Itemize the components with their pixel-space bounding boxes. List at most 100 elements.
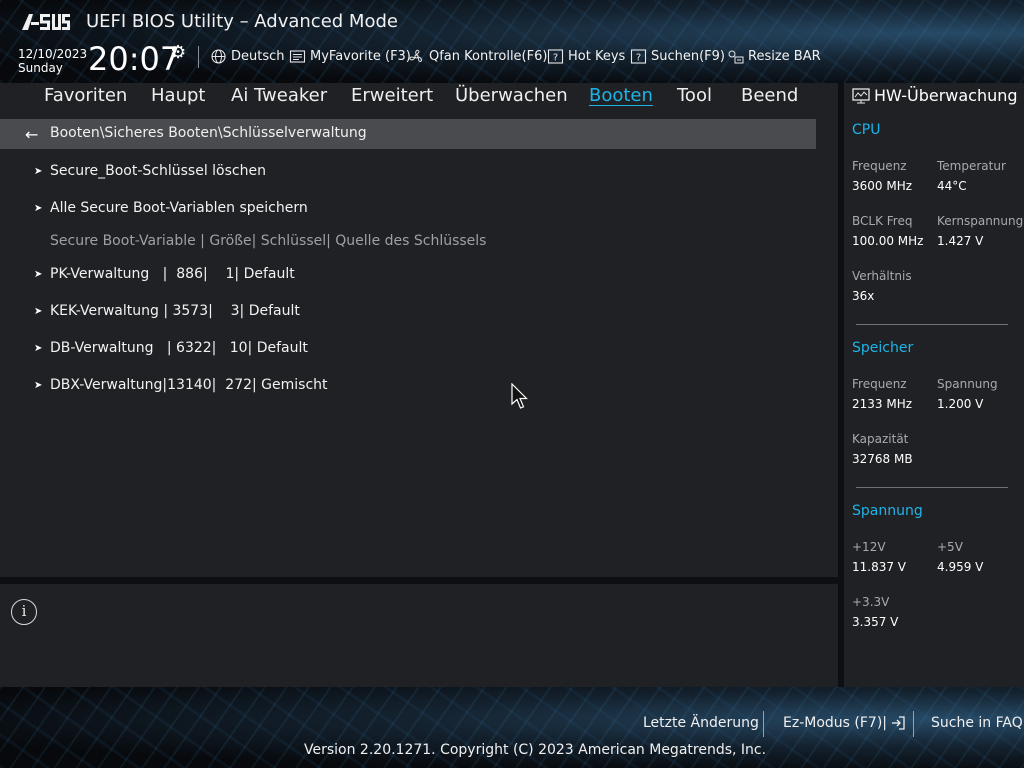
ez-mode-button[interactable]: Ez-Modus (F7)| [783, 715, 905, 731]
ratio-value: 36x [852, 289, 875, 303]
table-row-kek[interactable]: ➤ KEK-Verwaltung | 3573| 3| Default [34, 303, 300, 319]
menu-item-label: Secure_Boot-Schlüssel löschen [50, 163, 266, 179]
gear-icon[interactable]: ⚙ [170, 42, 186, 63]
v12-label: +12V [852, 540, 886, 554]
language-button[interactable]: Deutsch [210, 47, 285, 65]
hw-divider [856, 487, 1008, 488]
resize-bar-icon [728, 50, 744, 63]
tab-ai-tweaker[interactable]: Ai Tweaker [231, 85, 327, 106]
main-content: ← Booten\Sicheres Booten\Schlüsselverwal… [0, 111, 838, 577]
copyright-text: Version 2.20.1271. Copyright (C) 2023 Am… [304, 742, 767, 758]
breadcrumb[interactable]: ← Booten\Sicheres Booten\Schlüsselverwal… [0, 119, 816, 149]
footer-divider [763, 711, 764, 737]
asus-logo [22, 14, 70, 30]
footer-divider [913, 711, 914, 737]
mem-cap-value: 32768 MB [852, 452, 913, 466]
table-row-label: PK-Verwaltung | 886| 1| Default [50, 266, 295, 282]
hotkeys-button[interactable]: ? Hot Keys [547, 47, 625, 65]
app-title: UEFI BIOS Utility – Advanced Mode [86, 11, 398, 32]
v33-value: 3.357 V [852, 615, 899, 629]
table-header: Secure Boot-Variable | Größe| Schlüssel|… [50, 233, 487, 249]
myfavorite-button[interactable]: MyFavorite (F3) [289, 47, 411, 65]
v5-label: +5V [937, 540, 963, 554]
search-button[interactable]: ? Suchen(F9) [630, 47, 725, 65]
tab-tool[interactable]: Tool [677, 85, 712, 106]
submenu-arrow-icon: ➤ [34, 305, 43, 317]
tab-favoriten[interactable]: Favoriten [44, 85, 127, 106]
menu-item-save-variables[interactable]: ➤ Alle Secure Boot-Variablen speichern [34, 200, 308, 216]
memory-heading: Speicher [852, 340, 914, 356]
back-arrow-icon[interactable]: ← [25, 125, 38, 144]
resizebar-button[interactable]: Resize BAR [727, 47, 821, 65]
main-menu: Favoriten Haupt Ai Tweaker Erweitert Übe… [0, 83, 838, 111]
submenu-arrow-icon: ➤ [34, 342, 43, 354]
hw-monitor-title: HW-Überwachung [852, 86, 1018, 105]
search-label: Suchen(F9) [651, 48, 726, 64]
cpu-temp-label: Temperatur [937, 159, 1006, 173]
globe-icon [211, 48, 226, 64]
svg-text:?: ? [553, 52, 558, 63]
faq-search-button[interactable]: Suche in FAQ [931, 715, 1023, 731]
table-row-label: KEK-Verwaltung | 3573| 3| Default [50, 303, 300, 319]
tab-beend[interactable]: Beend [741, 85, 798, 106]
cpu-heading: CPU [852, 122, 881, 138]
date-display: 12/10/2023 Sunday [18, 47, 87, 75]
fan-icon [409, 49, 422, 62]
help-panel: i [0, 584, 838, 687]
voltage-heading: Spannung [852, 503, 923, 519]
search-key-icon: ? [630, 48, 647, 64]
myfavorite-label: MyFavorite (F3) [310, 48, 411, 64]
resizebar-label: Resize BAR [748, 48, 821, 64]
monitor-icon [852, 87, 870, 103]
menu-item-label: Alle Secure Boot-Variablen speichern [50, 200, 308, 216]
mem-volt-value: 1.200 V [937, 397, 984, 411]
qfan-button[interactable]: Qfan Kontrolle(F6) [408, 47, 547, 65]
language-label: Deutsch [231, 48, 285, 64]
mouse-cursor-icon [511, 383, 528, 409]
tab-haupt[interactable]: Haupt [151, 85, 205, 106]
help-key-icon: ? [547, 48, 564, 64]
tab-erweitert[interactable]: Erweitert [351, 85, 433, 106]
date-text: 12/10/2023 [18, 47, 88, 61]
mem-freq-label: Frequenz [852, 377, 907, 391]
tab-booten[interactable]: Booten [589, 85, 653, 106]
qfan-label: Qfan Kontrolle(F6) [429, 48, 548, 64]
table-row-label: DBX-Verwaltung|13140| 272| Gemischt [50, 377, 328, 393]
cpu-freq-label: Frequenz [852, 159, 907, 173]
info-icon: i [11, 599, 37, 625]
content-divider [0, 577, 838, 584]
v5-value: 4.959 V [937, 560, 984, 574]
v12-value: 11.837 V [852, 560, 907, 574]
menu-item-clear-keys[interactable]: ➤ Secure_Boot-Schlüssel löschen [34, 163, 266, 179]
hotkeys-label: Hot Keys [568, 48, 626, 64]
mem-freq-value: 2133 MHz [852, 397, 913, 411]
tab-ueberwachen[interactable]: Überwachen [455, 85, 568, 106]
hw-monitor-panel: HW-Überwachung CPU Frequenz Temperatur 3… [844, 83, 1024, 687]
last-change-label: Letzte Änderung [643, 715, 759, 731]
table-row-db[interactable]: ➤ DB-Verwaltung | 6322| 10| Default [34, 340, 308, 356]
weekday-text: Sunday [18, 61, 63, 75]
vcore-value: 1.427 V [937, 234, 984, 248]
mem-volt-label: Spannung [937, 377, 998, 391]
table-row-label: DB-Verwaltung | 6322| 10| Default [50, 340, 308, 356]
toolbar-divider [198, 46, 199, 68]
list-icon [289, 49, 306, 63]
svg-text:?: ? [636, 52, 641, 63]
exit-arrow-icon [892, 716, 905, 730]
last-change-button[interactable]: Letzte Änderung [643, 715, 759, 731]
faq-label: Suche in FAQ [931, 715, 1023, 731]
submenu-arrow-icon: ➤ [34, 165, 43, 177]
submenu-arrow-icon: ➤ [34, 379, 43, 391]
cpu-temp-value: 44°C [937, 179, 967, 193]
cpu-freq-value: 3600 MHz [852, 179, 913, 193]
vcore-label: Kernspannung [937, 214, 1024, 228]
table-row-pk[interactable]: ➤ PK-Verwaltung | 886| 1| Default [34, 266, 295, 282]
submenu-arrow-icon: ➤ [34, 268, 43, 280]
hw-title-text: HW-Überwachung [874, 86, 1018, 105]
ez-mode-label: Ez-Modus (F7)| [783, 715, 887, 731]
ratio-label: Verhältnis [852, 269, 912, 283]
hw-divider [856, 324, 1008, 325]
v33-label: +3.3V [852, 595, 890, 609]
bclk-label: BCLK Freq [852, 214, 913, 228]
table-row-dbx[interactable]: ➤ DBX-Verwaltung|13140| 272| Gemischt [34, 377, 328, 393]
